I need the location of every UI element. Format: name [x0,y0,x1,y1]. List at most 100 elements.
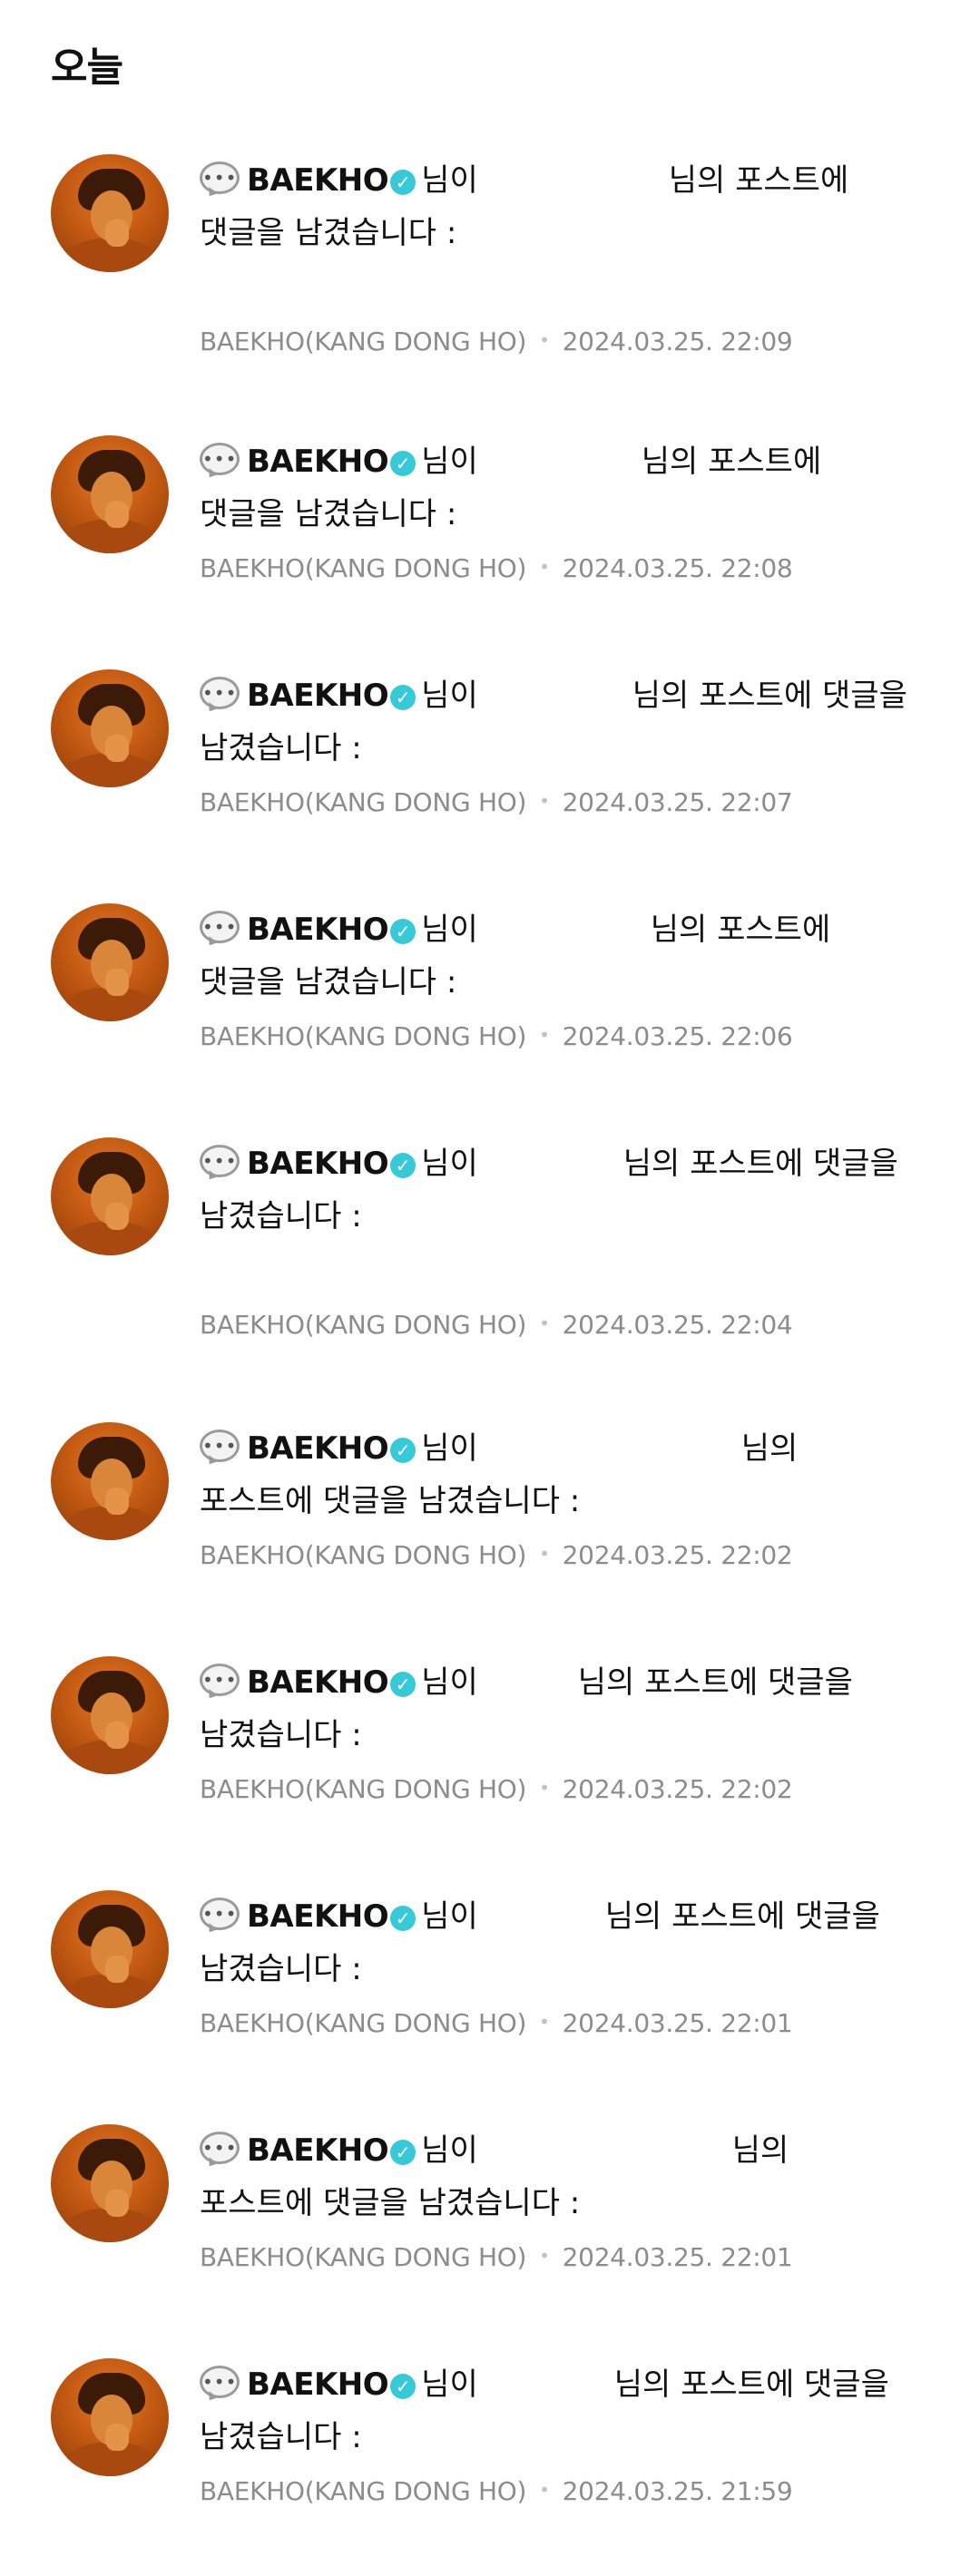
user-name[interactable]: BAEKHO [247,162,389,199]
subject-suffix: 님이 [421,162,478,199]
target-text: 님의 [740,1430,799,1467]
notification-item[interactable]: BAEKHO✓님이 님의 포스트에댓글을 남겼습니다 : BAEKHO(KANG D… [0,151,980,372]
timestamp: 2024.03.25. 22:04 [562,1310,793,1340]
user-name[interactable]: BAEKHO [247,2132,389,2169]
notification-meta: BAEKHO(KANG DONG HO) • 2024.03.25. 22:04 [200,1310,793,1340]
notification-meta: BAEKHO(KANG DONG HO) • 2024.03.25. 22:02 [200,1540,793,1570]
verified-badge-icon: ✓ [390,1438,416,1463]
separator-dot: • [539,1312,550,1334]
subject-suffix: 님이 [421,1664,478,1701]
avatar[interactable] [51,903,169,1021]
action-text: 댓글을 남겼습니다 : [200,964,457,1000]
separator-dot: • [539,1543,550,1565]
subject-suffix: 님이 [421,1430,478,1467]
avatar[interactable] [51,1890,169,2008]
separator-dot: • [539,556,550,578]
verified-badge-icon: ✓ [390,170,416,195]
notification-meta: BAEKHO(KANG DONG HO) • 2024.03.25. 22:02 [200,1774,793,1804]
subject-suffix: 님이 [421,444,478,480]
verified-badge-icon: ✓ [390,685,416,710]
section-title-today: 오늘 [51,44,123,91]
source-name: BAEKHO(KANG DONG HO) [200,1540,527,1570]
verified-badge-icon: ✓ [390,2140,416,2165]
user-name[interactable]: BAEKHO [247,2366,389,2403]
notification-meta: BAEKHO(KANG DONG HO) • 2024.03.25. 22:01 [200,2242,793,2272]
user-name[interactable]: BAEKHO [247,1898,389,1935]
notification-meta: BAEKHO(KANG DONG HO) • 2024.03.25. 22:09 [200,327,793,356]
notification-item[interactable]: BAEKHO✓님이 님의 포스트에댓글을 남겼습니다 : BAEKHO(KANG D… [0,901,980,1121]
action-text: 댓글을 남겼습니다 : [200,496,457,532]
notification-item[interactable]: BAEKHO✓님이 님의 포스트에 댓글을남겼습니다 : BAEKHO(KANG D… [0,667,980,887]
target-text: 님의 포스트에 댓글을 [632,678,907,714]
notification-text: BAEKHO✓님이 님의 포스트에댓글을 남겼습니다 : [200,151,944,259]
notification-item[interactable]: BAEKHO✓님이 님의 포스트에 댓글을남겼습니다 : BAEKHO(KANG D… [0,2356,980,2576]
avatar[interactable] [51,435,169,553]
target-text: 님의 [731,2132,789,2169]
user-name[interactable]: BAEKHO [247,1146,389,1182]
timestamp: 2024.03.25. 22:02 [562,1774,793,1804]
notification-meta: BAEKHO(KANG DONG HO) • 2024.03.25. 22:01 [200,2008,793,2038]
source-name: BAEKHO(KANG DONG HO) [200,1021,527,1051]
timestamp: 2024.03.25. 22:01 [562,2242,793,2272]
subject-suffix: 님이 [421,912,478,948]
notification-text: BAEKHO✓님이 님의 포스트에 댓글을남겼습니다 : [200,2356,944,2464]
notification-meta: BAEKHO(KANG DONG HO) • 2024.03.25. 22:06 [200,1021,793,1051]
action-text: 포스트에 댓글을 남겼습니다 : [200,1483,581,1519]
speech-bubble-icon [200,1420,240,1472]
action-text: 남겼습니다 : [200,2419,362,2455]
notification-meta: BAEKHO(KANG DONG HO) • 2024.03.25. 22:08 [200,553,793,583]
source-name: BAEKHO(KANG DONG HO) [200,1310,527,1340]
avatar[interactable] [51,2358,169,2476]
avatar[interactable] [51,1137,169,1255]
notification-text: BAEKHO✓님이 님의 포스트에 댓글을남겼습니다 : [200,1888,944,1995]
notification-item[interactable]: BAEKHO✓님이 님의 포스트에 댓글을남겼습니다 : BAEKHO(KANG D… [0,1654,980,1874]
action-text: 남겼습니다 : [200,1951,362,1987]
subject-suffix: 님이 [421,2366,478,2403]
notification-text: BAEKHO✓님이 님의 포스트에댓글을 남겼습니다 : [200,901,944,1009]
notification-item[interactable]: BAEKHO✓님이 님의포스트에 댓글을 남겼습니다 : BAEKHO(KANG D… [0,1420,980,1640]
subject-suffix: 님이 [421,2132,478,2169]
source-name: BAEKHO(KANG DONG HO) [200,2008,527,2038]
source-name: BAEKHO(KANG DONG HO) [200,787,527,817]
user-name[interactable]: BAEKHO [247,678,389,714]
avatar[interactable] [51,669,169,787]
verified-badge-icon: ✓ [390,919,416,944]
speech-bubble-icon [200,1654,240,1706]
timestamp: 2024.03.25. 22:09 [562,327,793,356]
notification-item[interactable]: BAEKHO✓님이 님의 포스트에 댓글을남겼습니다 : BAEKHO(KANG D… [0,1135,980,1355]
separator-dot: • [539,2479,550,2501]
notification-item[interactable]: BAEKHO✓님이 님의 포스트에댓글을 남겼습니다 : BAEKHO(KANG D… [0,433,980,653]
speech-bubble-icon [200,2356,240,2408]
target-text: 님의 포스트에 댓글을 [622,1146,898,1182]
speech-bubble-icon [200,901,240,953]
avatar[interactable] [51,1656,169,1774]
user-name[interactable]: BAEKHO [247,1430,389,1467]
timestamp: 2024.03.25. 22:02 [562,1540,793,1570]
speech-bubble-icon [200,433,240,485]
notification-item[interactable]: BAEKHO✓님이 님의 포스트에 댓글을남겼습니다 : BAEKHO(KANG D… [0,1888,980,2108]
timestamp: 2024.03.25. 22:07 [562,787,793,817]
notification-item[interactable]: BAEKHO✓님이 님의포스트에 댓글을 남겼습니다 : BAEKHO(KANG D… [0,2122,980,2342]
target-text: 님의 포스트에 [641,444,822,480]
separator-dot: • [539,2011,550,2033]
timestamp: 2024.03.25. 21:59 [562,2476,793,2506]
subject-suffix: 님이 [421,1898,478,1935]
user-name[interactable]: BAEKHO [247,444,389,480]
notification-meta: BAEKHO(KANG DONG HO) • 2024.03.25. 22:07 [200,787,793,817]
separator-dot: • [539,1024,550,1046]
speech-bubble-icon [200,1888,240,1940]
target-text: 님의 포스트에 댓글을 [613,2366,889,2403]
target-text: 님의 포스트에 [650,912,831,948]
speech-bubble-icon [200,2122,240,2174]
avatar[interactable] [51,1422,169,1540]
avatar[interactable] [51,154,169,272]
notification-text: BAEKHO✓님이 님의 포스트에 댓글을남겼습니다 : [200,1654,944,1761]
timestamp: 2024.03.25. 22:08 [562,553,793,583]
avatar[interactable] [51,2124,169,2242]
user-name[interactable]: BAEKHO [247,1664,389,1701]
subject-suffix: 님이 [421,678,478,714]
action-text: 댓글을 남겼습니다 : [200,215,457,251]
notification-text: BAEKHO✓님이 님의포스트에 댓글을 남겼습니다 : [200,1420,944,1527]
verified-badge-icon: ✓ [390,2374,416,2399]
user-name[interactable]: BAEKHO [247,912,389,948]
